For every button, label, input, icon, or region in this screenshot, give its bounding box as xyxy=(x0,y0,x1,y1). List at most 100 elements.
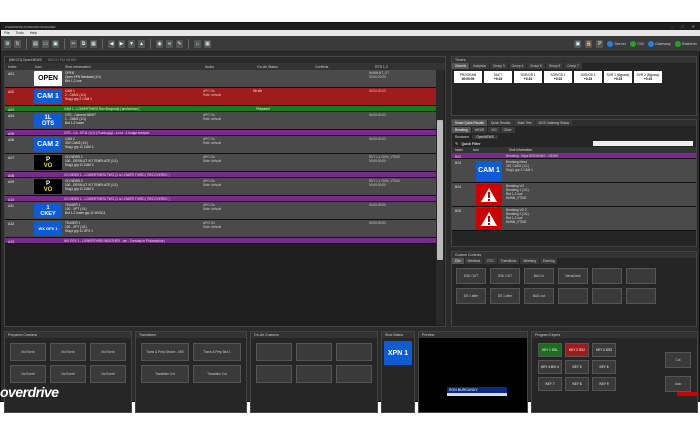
paste-icon[interactable]: ▦ xyxy=(90,39,97,48)
minimize-icon[interactable]: – xyxy=(671,24,673,29)
rundown-dropdown[interactable]: OpenNEWS xyxy=(472,134,498,139)
edit-icon[interactable]: ✎ xyxy=(176,39,183,48)
chat-icon[interactable]: ◉ xyxy=(156,39,163,48)
tab-breaking[interactable]: Breaking xyxy=(452,127,471,133)
onair-custom-button[interactable] xyxy=(336,365,372,383)
tab-generic[interactable]: Generic xyxy=(452,63,470,69)
onair-custom-button[interactable] xyxy=(256,343,292,361)
custom-control-button[interactable] xyxy=(626,268,656,284)
keyer-button[interactable]: KEY 1 DSL xyxy=(538,343,562,357)
custom-control-button[interactable]: BUG out xyxy=(524,288,554,304)
save-disk-icon[interactable]: ▣ xyxy=(574,39,582,48)
forward-icon[interactable]: ▶ xyxy=(118,39,125,48)
tab-vio[interactable]: VIO xyxy=(488,127,500,133)
close-icon[interactable]: ✕ xyxy=(692,24,695,29)
copy-icon[interactable]: ⧉ xyxy=(80,39,87,48)
rundown-row[interactable]: A13 WX GFX 1 - LOWERTHIRD WEATHER - we - … xyxy=(5,238,437,244)
keyer-button[interactable]: KEY 2 DS2 xyxy=(565,343,589,357)
up-icon[interactable]: ▲ xyxy=(138,39,145,48)
quick-row[interactable]: B05 Breaking VO 2 Breaking 2 (1/1) Brd 1-2 … xyxy=(452,207,696,231)
timer-cell[interactable]: SOR/CB 2 +0:23 xyxy=(544,71,572,83)
down-icon[interactable]: ▼ xyxy=(128,39,135,48)
rundown-tab-active[interactable]: [WKCO] OpenNEWS xyxy=(9,58,42,62)
rundown-row[interactable]: A11 1 CKEY TEASER 1 100 - XPT (1/1) Brd 1-2 l… xyxy=(5,202,437,220)
rundown-row[interactable]: A09 P VO VO NEWS 2 100 - DEFAULT VO TEMPLATE… xyxy=(5,178,437,196)
col-audio[interactable]: Audio xyxy=(205,65,214,69)
tab-weetang[interactable]: Weetang xyxy=(520,258,539,264)
timer-cell[interactable]: PROGRAM 00:00:00 xyxy=(454,71,482,83)
timer-cell[interactable]: SOR/CB 1 +0:23 xyxy=(514,71,542,83)
col-index[interactable]: Index xyxy=(8,65,17,69)
gear-icon[interactable]: ⚙ xyxy=(4,39,11,48)
transition-button[interactable]: Trans & Prep Brd 1 xyxy=(193,343,241,361)
cut-icon[interactable]: ✂ xyxy=(70,39,77,48)
rundown-row[interactable]: A12 WX GFX 1 TEASER 1 100 - XPT (1/1) Slug1 … xyxy=(5,220,437,238)
keyer-button[interactable]: KEY 8 xyxy=(565,377,589,391)
quick-row[interactable]: B03 CAM 1 Breaking Newt 3S1 CAM1 (1/1) Slug1… xyxy=(452,159,696,183)
custom-control-button[interactable] xyxy=(592,268,622,284)
refresh-icon[interactable]: ↻ xyxy=(14,39,21,48)
q-col-shot-info[interactable]: Shot Information xyxy=(509,148,532,152)
folder-icon[interactable]: ▭ xyxy=(42,39,49,48)
keyer-button[interactable]: KEY 5 xyxy=(565,360,589,374)
tab-dtc[interactable]: DTC xyxy=(484,258,497,264)
keyer-button[interactable]: KEY 9 xyxy=(592,377,616,391)
col-shot-info[interactable]: Shot Information xyxy=(65,65,91,69)
timer-cell[interactable]: SVR 1 (Bypass) +0:23 xyxy=(604,71,632,83)
custom-control-button[interactable]: DSK OUT xyxy=(456,268,486,284)
transition-button[interactable]: Transition Cut xyxy=(193,365,241,383)
col-conflicts[interactable]: Conflicts xyxy=(315,65,328,69)
custom-control-button[interactable]: DS 1 after xyxy=(456,288,486,304)
quick-row[interactable]: B04 Breaking VO Breaking 1 (1/1) Brd 1-2 cu… xyxy=(452,183,696,207)
power-p-icon[interactable]: P xyxy=(596,39,604,48)
tab-weetirna[interactable]: Weetirna xyxy=(464,258,484,264)
onair-custom-button[interactable] xyxy=(256,365,292,383)
q-col-index[interactable]: Index xyxy=(455,148,463,152)
prepared-custom-button[interactable]: No Event xyxy=(90,365,126,383)
pencil-icon[interactable]: ✎ xyxy=(455,141,458,146)
tab-mos-gateway-status[interactable]: MOS Gateway Status xyxy=(535,120,573,126)
cut-button[interactable]: Cut xyxy=(665,352,691,368)
menu-help[interactable]: Help xyxy=(30,31,37,35)
rundown-row[interactable]: A07 P VO VO NEWS 1 100 - DEFAULT VO TEMPLATE… xyxy=(5,154,437,172)
keyer-button[interactable]: KEY 3 DS3 xyxy=(592,343,616,357)
custom-control-button[interactable]: BUG in xyxy=(524,268,554,284)
tab-transitions[interactable]: Transitions xyxy=(497,258,520,264)
tab-group-3[interactable]: Group 3 xyxy=(490,63,508,69)
auto-button[interactable]: Auto xyxy=(665,376,691,392)
quick-filter-input[interactable] xyxy=(593,141,693,146)
tab-inception[interactable]: Inception xyxy=(470,63,490,69)
prepared-custom-button[interactable]: No Event xyxy=(10,365,46,383)
rundown-row[interactable]: A06 CAM 2 CAM 2 3S2 CAM2 (1/1) Slug1 grp 11 … xyxy=(5,136,437,154)
rundown-row[interactable]: A04 1L OTS OTS - Camera NEWT 1 - CAM1 (1/1) B… xyxy=(5,112,437,130)
maximize-icon[interactable]: □ xyxy=(681,24,683,29)
custom-control-button[interactable] xyxy=(592,288,622,304)
prepared-custom-button[interactable]: No Event xyxy=(50,343,86,361)
timer-cell[interactable]: SOR/CB 3 +0:23 xyxy=(574,71,602,83)
keyer-button[interactable]: KEY 7 xyxy=(538,377,562,391)
back-icon[interactable]: ◀ xyxy=(108,39,115,48)
timer-cell[interactable]: 9ACT +0:23 xyxy=(484,71,512,83)
tab-state-test[interactable]: State Test xyxy=(514,120,535,126)
tab-group-5[interactable]: Group 5 xyxy=(527,63,545,69)
tab-group-7[interactable]: Group 7 xyxy=(564,63,582,69)
tab-group-4[interactable]: Group 4 xyxy=(508,63,527,69)
keyer-button[interactable]: KEY 6 xyxy=(592,360,616,374)
onair-custom-button[interactable] xyxy=(296,343,332,361)
new-file-icon[interactable]: ▤ xyxy=(32,39,39,48)
onair-custom-button[interactable] xyxy=(336,343,372,361)
onair-custom-button[interactable] xyxy=(296,365,332,383)
home-icon[interactable]: ⌂ xyxy=(194,39,201,48)
custom-control-button[interactable] xyxy=(626,288,656,304)
transition-button[interactable]: Trans & Prep Device - MIX xyxy=(141,343,189,361)
scroll-thumb[interactable] xyxy=(437,120,443,260)
tab-wear[interactable]: WEAR xyxy=(471,127,488,133)
timer-cell[interactable]: SVR 2 (Bypass) +0:23 xyxy=(634,71,662,83)
tab-other[interactable]: Other xyxy=(500,127,515,133)
grid-icon[interactable]: ▦ xyxy=(204,39,211,48)
rundown-scrollbar[interactable] xyxy=(436,70,444,325)
menu-tools[interactable]: Tools xyxy=(16,31,24,35)
save-icon[interactable]: ▣ xyxy=(52,39,59,48)
menu-file[interactable]: File xyxy=(4,31,10,35)
tab-group-6[interactable]: Group 6 xyxy=(545,63,564,69)
